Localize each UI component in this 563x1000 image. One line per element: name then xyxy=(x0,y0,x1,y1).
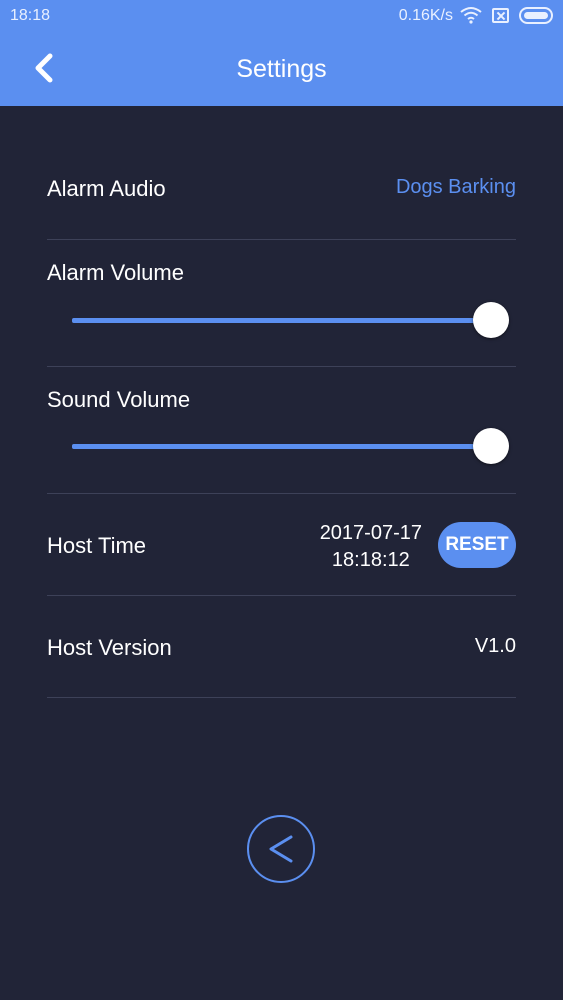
chevron-left-icon xyxy=(269,835,293,863)
slider-thumb[interactable] xyxy=(473,302,509,338)
divider xyxy=(47,239,516,240)
status-time: 18:18 xyxy=(10,7,51,24)
page-title: Settings xyxy=(236,55,327,83)
alarm-volume-slider[interactable] xyxy=(72,300,509,340)
wifi-icon xyxy=(460,7,482,24)
back-circle-button[interactable] xyxy=(247,815,315,883)
host-time-value: 2017-07-17 18:18:12 xyxy=(320,520,422,574)
host-clock: 18:18:12 xyxy=(331,549,410,571)
host-time-label: Host Time xyxy=(47,533,147,558)
alarm-volume-label: Alarm Volume xyxy=(47,260,184,285)
sim-x-icon xyxy=(492,7,509,23)
slider-fill xyxy=(72,318,491,323)
app-header: 18:18 0.16K/s Settings xyxy=(0,0,563,106)
host-version-value: V1.0 xyxy=(474,635,516,657)
network-speed: 0.16K/s xyxy=(398,7,453,24)
sound-volume-label: Sound Volume xyxy=(47,387,191,412)
reset-button[interactable]: RESET xyxy=(438,522,516,568)
divider xyxy=(47,366,516,367)
battery-icon xyxy=(519,6,553,24)
divider xyxy=(47,595,516,596)
status-icons xyxy=(460,6,553,24)
host-date: 2017-07-17 xyxy=(319,522,422,544)
divider xyxy=(47,697,516,698)
alarm-audio-label: Alarm Audio xyxy=(47,176,166,201)
status-bar: 18:18 0.16K/s xyxy=(0,0,563,34)
divider xyxy=(47,493,516,494)
alarm-audio-selector[interactable]: Dogs Barking xyxy=(396,176,516,199)
slider-fill xyxy=(72,444,491,449)
host-version-label: Host Version xyxy=(47,635,172,660)
slider-thumb[interactable] xyxy=(473,428,509,464)
sound-volume-slider[interactable] xyxy=(72,426,509,466)
